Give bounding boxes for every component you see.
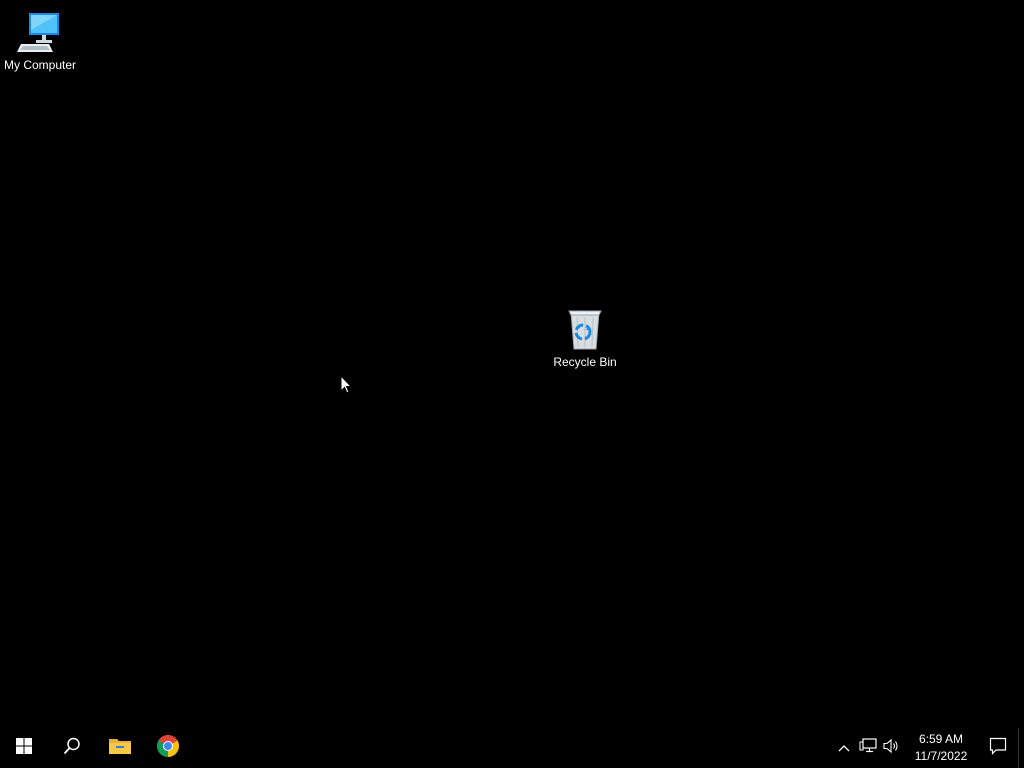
my-computer-shortcut[interactable]: My Computer — [0, 8, 80, 73]
file-explorer-button[interactable] — [96, 728, 144, 768]
volume-icon — [883, 738, 901, 759]
network-icon — [859, 737, 877, 759]
recycle-bin-shortcut[interactable]: Recycle Bin — [545, 305, 625, 370]
clock-button[interactable]: 6:59 AM 11/7/2022 — [908, 728, 974, 768]
mouse-pointer-icon — [340, 374, 354, 395]
search-button[interactable] — [48, 728, 96, 768]
clock-date: 11/7/2022 — [914, 749, 968, 763]
recycle-bin-icon — [561, 305, 609, 353]
show-hidden-icons-button[interactable] — [832, 728, 856, 768]
taskbar: 6:59 AM 11/7/2022 — [0, 728, 1024, 768]
chrome-icon — [156, 734, 180, 763]
computer-icon — [16, 8, 64, 56]
start-button[interactable] — [0, 728, 48, 768]
windows-logo-icon — [16, 737, 32, 759]
network-button[interactable] — [856, 728, 880, 768]
chevron-up-icon — [838, 739, 850, 757]
system-tray: 6:59 AM 11/7/2022 — [832, 728, 1024, 768]
show-desktop-button[interactable] — [1018, 728, 1024, 768]
chrome-button[interactable] — [144, 728, 192, 768]
volume-button[interactable] — [880, 728, 904, 768]
my-computer-label: My Computer — [3, 58, 77, 72]
recycle-bin-label: Recycle Bin — [553, 355, 617, 369]
desktop[interactable]: My Computer Recycle Bin — [0, 0, 1024, 728]
folder-icon — [108, 736, 132, 761]
search-icon — [63, 737, 81, 760]
clock-time: 6:59 AM — [918, 732, 964, 746]
notification-icon — [989, 737, 1007, 760]
action-center-button[interactable] — [978, 728, 1018, 768]
